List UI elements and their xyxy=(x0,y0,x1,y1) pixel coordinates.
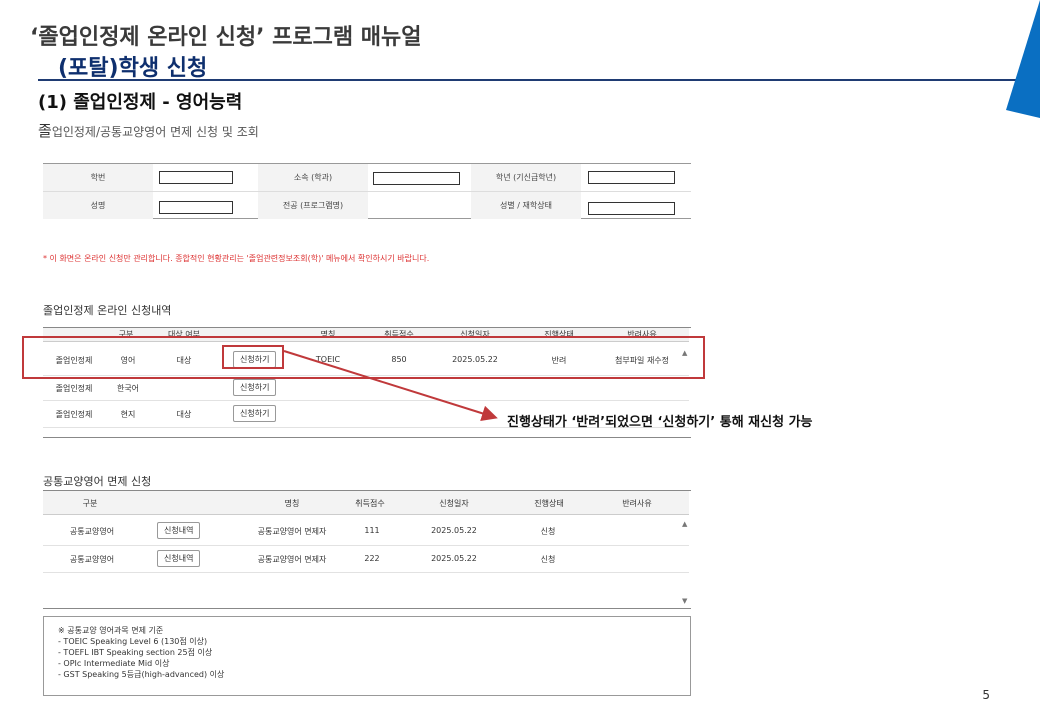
criteria-item: - TOEFL IBT Speaking section 25점 이상 xyxy=(58,648,213,657)
common-row-score: 222 xyxy=(364,554,380,563)
row-divider xyxy=(43,572,689,573)
common-header-type: 구분 xyxy=(82,499,98,508)
scroll-up-icon[interactable]: ▲ xyxy=(682,520,687,528)
exemption-criteria-box: ※ 공통교양 영어과목 면제 기준 - TOEIC Speaking Level… xyxy=(43,616,691,696)
common-row-status: 신청 xyxy=(540,555,556,564)
scroll-down-icon[interactable]: ▼ xyxy=(682,597,687,605)
common-header-status: 진행상태 xyxy=(534,499,564,508)
page-number: 5 xyxy=(982,688,990,702)
common-header-score: 취득점수 xyxy=(355,499,385,508)
row-divider xyxy=(43,545,689,546)
history-button[interactable]: 신청내역 xyxy=(157,550,201,567)
common-row-name: 공통교양영어 면제자 xyxy=(257,527,327,536)
common-header-date: 신청일자 xyxy=(439,499,469,508)
common-table-caption: 공통교양영어 면제 신청 xyxy=(43,475,152,488)
criteria-title: ※ 공통교양 영어과목 면제 기준 xyxy=(58,626,164,635)
common-row-name: 공통교양영어 면제자 xyxy=(257,555,327,564)
callout-arrow-icon xyxy=(283,350,498,422)
criteria-item: - OPIc Intermediate Mid 이상 xyxy=(58,659,170,668)
common-header-name: 명칭 xyxy=(284,499,300,508)
common-row-date: 2025.05.22 xyxy=(431,554,477,563)
common-exemption-table: 구분 명칭 취득점수 신청일자 진행상태 반려사유 ▲ 공통교양영어 신청내역 … xyxy=(43,490,691,609)
callout-text: 진행상태가 ‘반려’되었으면 ‘신청하기’ 통해 재신청 가능 xyxy=(507,415,813,430)
common-row-type: 공통교양영어 xyxy=(69,527,115,536)
common-row-status: 신청 xyxy=(540,527,556,536)
criteria-item: - GST Speaking 5등급(high-advanced) 이상 xyxy=(58,670,225,679)
common-row-date: 2025.05.22 xyxy=(431,526,477,535)
common-row-type: 공통교양영어 xyxy=(69,555,115,564)
history-button[interactable]: 신청내역 xyxy=(157,522,201,539)
common-header-reason: 반려사유 xyxy=(622,499,652,508)
common-row-score: 111 xyxy=(364,526,380,535)
criteria-item: - TOEIC Speaking Level 6 (130점 이상) xyxy=(58,637,208,646)
